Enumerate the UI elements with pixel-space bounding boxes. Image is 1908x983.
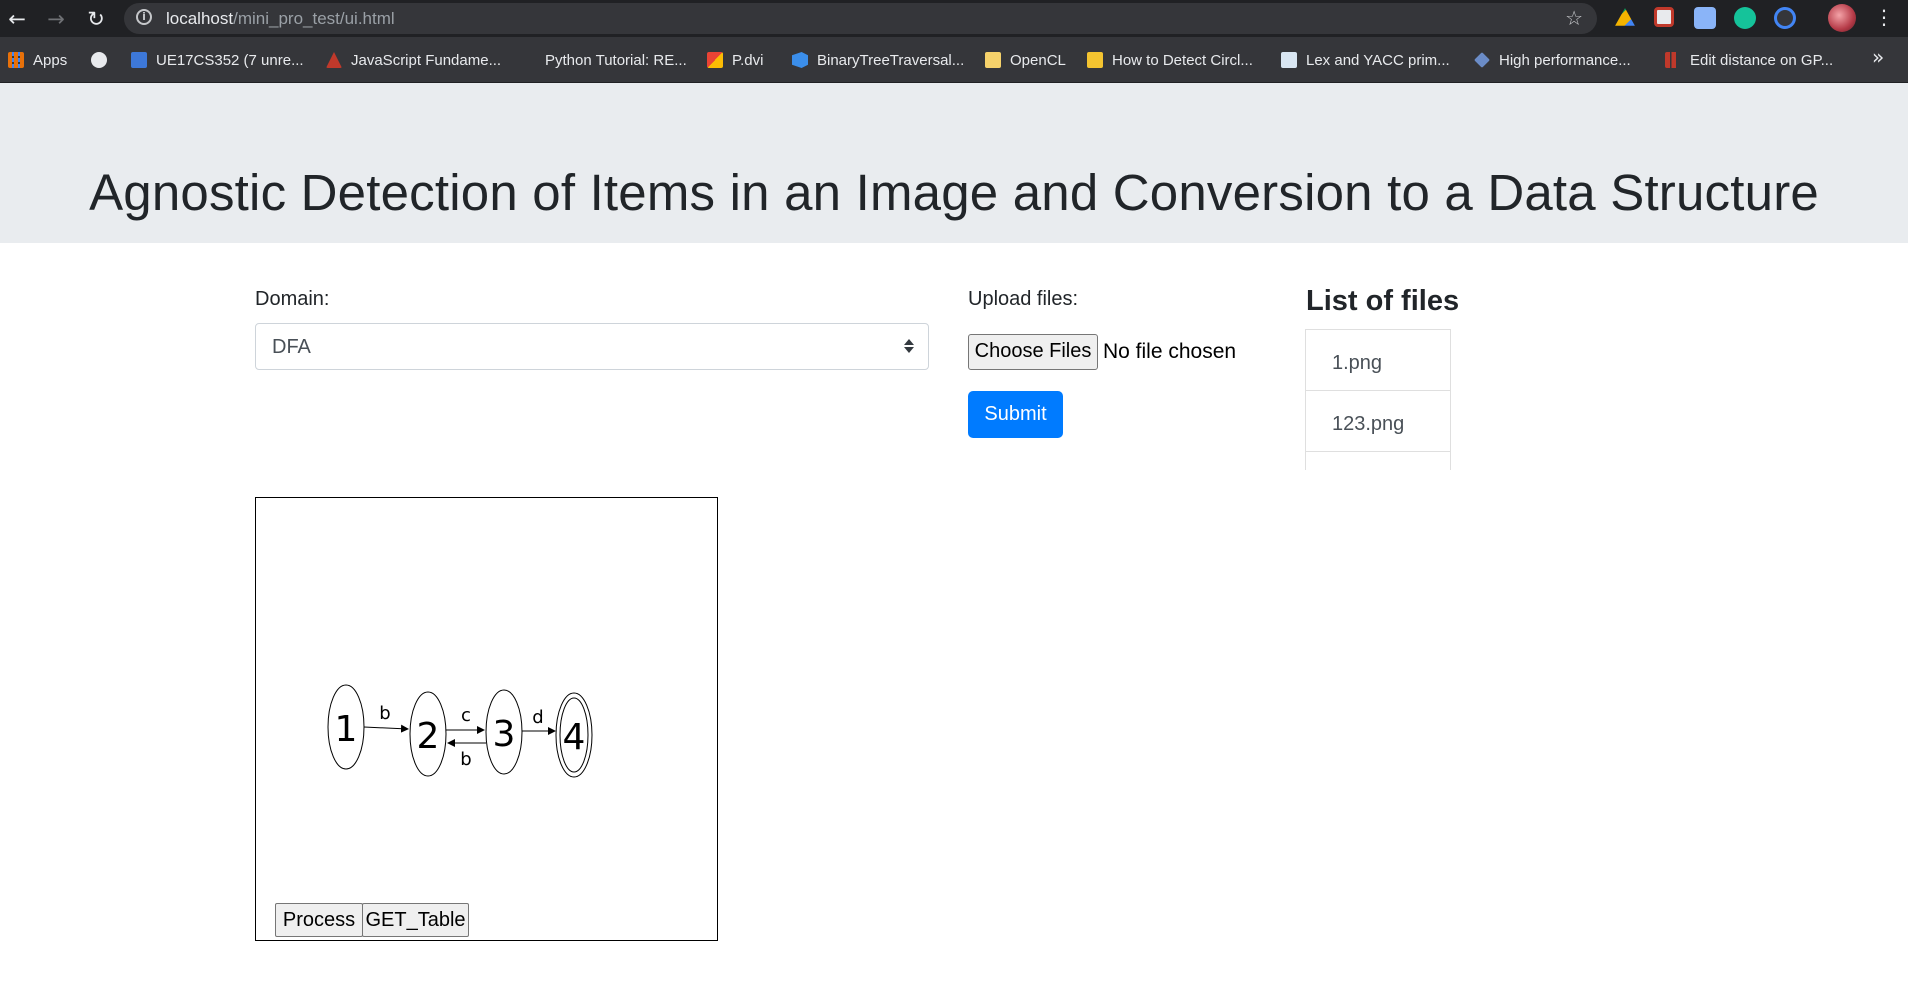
gmail-icon xyxy=(707,52,723,68)
bookmark-javascript[interactable]: JavaScript Fundame... xyxy=(326,49,501,71)
bookmark-apps[interactable]: Apps xyxy=(8,49,67,71)
bookmark-label: BinaryTreeTraversal... xyxy=(817,51,965,69)
address-bar[interactable]: i localhost/mini_pro_test/ui.html ☆ xyxy=(124,3,1597,34)
file-list-item[interactable]: 1.png xyxy=(1306,330,1450,391)
menu-dots-icon[interactable]: ⋮ xyxy=(1874,5,1894,29)
bookmark-detect-circles[interactable]: How to Detect Circl... xyxy=(1087,49,1253,71)
domain-select[interactable]: DFA xyxy=(255,323,929,370)
select-arrows-icon xyxy=(904,339,914,353)
diamond-icon xyxy=(1474,52,1490,68)
reload-icon[interactable]: ↻ xyxy=(81,4,111,34)
dfa-state-label: 4 xyxy=(563,717,586,758)
python-icon xyxy=(520,52,536,68)
bookmark-binarytree[interactable]: BinaryTreeTraversal... xyxy=(792,49,964,71)
page-icon xyxy=(1281,52,1297,68)
dfa-transition-arrow xyxy=(363,724,409,733)
pencil-icon xyxy=(1087,52,1103,68)
bookmark-pdvi[interactable]: P.dvi xyxy=(707,49,763,71)
dfa-state-label: 2 xyxy=(417,716,440,757)
dfa-transition-label: b xyxy=(460,749,471,770)
dfa-image-preview: 1 2 3 4 b c b d Process GET_Table xyxy=(255,497,718,941)
piazza-icon xyxy=(131,52,147,68)
vscode-icon xyxy=(792,52,808,68)
globe-icon xyxy=(91,52,107,68)
dfa-diagram: 1 2 3 4 b c b d xyxy=(327,684,593,778)
bookmark-high-performance[interactable]: High performance... xyxy=(1474,49,1631,71)
bookmark-label: Apps xyxy=(33,51,68,69)
list-title: List of files xyxy=(1306,285,1460,317)
page-title: Agnostic Detection of Items in an Image … xyxy=(89,164,1819,221)
bookmark-python[interactable]: Python Tutorial: RE... xyxy=(520,49,687,71)
apps-grid-icon xyxy=(8,52,24,68)
get-table-button[interactable]: GET_Table xyxy=(362,903,469,937)
bookmark-label: OpenCL xyxy=(1010,51,1066,69)
back-arrow-icon[interactable]: ← xyxy=(2,4,32,34)
bookmark-globe[interactable] xyxy=(91,49,116,71)
javascript-icon xyxy=(326,52,342,68)
bookmark-opencl[interactable]: OpenCL xyxy=(985,49,1066,71)
profile-avatar[interactable] xyxy=(1828,4,1856,32)
dfa-state-label: 1 xyxy=(335,709,358,750)
bookmark-label: Python Tutorial: RE... xyxy=(545,51,687,69)
info-icon[interactable]: i xyxy=(136,9,152,25)
submit-button[interactable]: Submit xyxy=(968,391,1063,438)
dfa-state-label: 3 xyxy=(493,714,516,755)
bookmark-label: High performance... xyxy=(1499,51,1631,69)
chart-icon xyxy=(1665,52,1681,68)
search-extension-icon[interactable] xyxy=(1774,7,1796,29)
more-bookmarks-icon[interactable]: » xyxy=(1872,45,1884,69)
domain-label: Domain: xyxy=(255,288,330,310)
bookmark-star-icon[interactable]: ☆ xyxy=(1565,6,1583,30)
grammarly-icon[interactable] xyxy=(1734,7,1756,29)
bookmarks-bar: Apps UE17CS352 (7 unre... JavaScript Fun… xyxy=(0,37,1908,83)
folder-icon xyxy=(985,52,1001,68)
upload-label: Upload files: xyxy=(968,288,1079,310)
url-text: localhost/mini_pro_test/ui.html xyxy=(166,9,395,29)
bookmark-label: UE17CS352 (7 unre... xyxy=(156,51,304,69)
file-list-item[interactable] xyxy=(1306,452,1450,470)
bookmark-label: Lex and YACC prim... xyxy=(1306,51,1450,69)
choose-files-button[interactable]: Choose Files xyxy=(968,334,1098,370)
bookmark-label: P.dvi xyxy=(732,51,764,69)
url-host: localhost xyxy=(166,9,234,28)
bookmark-piazza[interactable]: UE17CS352 (7 unre... xyxy=(131,49,304,71)
dfa-transition-label: d xyxy=(532,707,543,728)
domain-select-value: DFA xyxy=(272,336,311,358)
bookmark-edit-distance[interactable]: Edit distance on GP... xyxy=(1665,49,1833,71)
file-status: No file chosen xyxy=(1103,340,1237,363)
pocket-icon[interactable] xyxy=(1654,7,1674,27)
forward-arrow-icon[interactable]: → xyxy=(41,4,71,34)
file-list: 1.png 123.png xyxy=(1305,329,1451,470)
bookmark-lex-yacc[interactable]: Lex and YACC prim... xyxy=(1281,49,1450,71)
browser-toolbar: ← → ↻ i localhost/mini_pro_test/ui.html … xyxy=(0,0,1908,37)
extension-icon[interactable] xyxy=(1694,7,1716,29)
url-path: /mini_pro_test/ui.html xyxy=(233,9,395,28)
process-button[interactable]: Process xyxy=(275,903,363,937)
bookmark-label: How to Detect Circl... xyxy=(1112,51,1253,69)
dfa-transition-label: c xyxy=(461,705,471,726)
bookmark-label: Edit distance on GP... xyxy=(1690,51,1834,69)
dfa-transition-label: b xyxy=(379,703,390,724)
google-drive-icon[interactable] xyxy=(1615,8,1635,26)
file-list-item[interactable]: 123.png xyxy=(1306,391,1450,452)
bookmark-label: JavaScript Fundame... xyxy=(351,51,502,69)
